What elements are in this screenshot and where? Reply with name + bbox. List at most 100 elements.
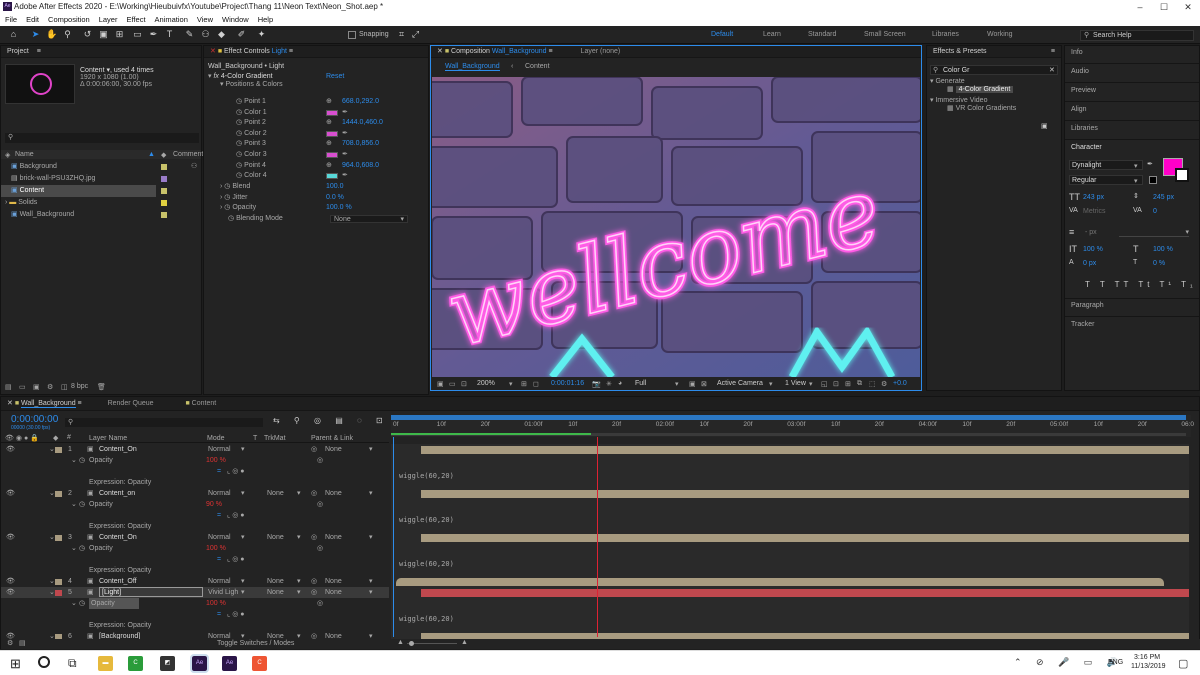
opacity-value[interactable]: 100 % <box>206 455 226 466</box>
snapshot-icon[interactable]: ▣ <box>437 380 444 388</box>
menu-window[interactable]: Window <box>217 14 253 26</box>
safe-zones-icon[interactable]: ⊡ <box>461 380 467 388</box>
search-icon[interactable] <box>38 656 50 668</box>
jitter-row[interactable]: › ◷ Jitter 0.0 % <box>208 193 426 204</box>
opacity-property-row[interactable]: ⌄ ◷ Opacity 100 % ◎ <box>1 543 389 554</box>
layer-label-color[interactable] <box>55 491 62 497</box>
timeline-icon[interactable]: ⧉ <box>857 380 862 388</box>
layer-name[interactable]: [Background] <box>99 631 140 639</box>
layer-row[interactable]: 👁 ⌄ 4 ▣ Content_Off Normal ▾ None ▾ ◎ None ▾ <box>1 576 389 587</box>
resolution-select[interactable]: Full <box>635 380 646 387</box>
layer-name[interactable]: Content_Off <box>99 576 137 587</box>
col-layer-name[interactable]: Layer Name <box>89 435 127 442</box>
menu-edit[interactable]: Edit <box>21 14 43 26</box>
interpret-footage-icon[interactable]: ▤ <box>5 383 12 391</box>
zoom-in-icon[interactable]: ▲ <box>461 639 468 646</box>
effect-prop-row[interactable]: ◷ Color 4 ✒ <box>208 171 426 182</box>
pickwhip-icon[interactable]: ◎ <box>311 488 317 499</box>
content-tab[interactable]: ■ Content <box>185 400 216 407</box>
expand-layer-icon[interactable]: ⌄ <box>49 444 55 455</box>
expression-code[interactable]: wiggle(60,20) <box>399 615 454 623</box>
exposure-icon[interactable]: ⚙ <box>881 380 887 388</box>
point-value[interactable]: 708.0,856.0 <box>342 139 379 150</box>
expand-icon[interactable]: ⌄ <box>71 455 77 466</box>
timeline-switch-icons[interactable]: ⇆ ⚲ ◎ ▤ ◌ ⊡ <box>273 416 389 425</box>
layer-name[interactable]: Content_On <box>99 532 137 543</box>
blend-value[interactable]: 100.0 <box>326 182 344 193</box>
parent-select[interactable]: None <box>325 532 342 543</box>
exposure-value[interactable]: +0.0 <box>893 380 907 387</box>
magnification[interactable]: 200% <box>477 380 495 387</box>
zoom-tool-icon[interactable]: ⚲ <box>62 29 73 40</box>
stopwatch-icon[interactable]: ◷ <box>79 499 85 510</box>
windows-start-icon[interactable]: ⊞ <box>10 656 21 672</box>
opacity-value[interactable]: 100.0 % <box>326 203 352 214</box>
info-panel-tab[interactable]: Info <box>1071 49 1083 56</box>
col-t[interactable]: T <box>253 435 257 442</box>
layer-name[interactable]: [Light] <box>99 587 203 597</box>
layer-label-color[interactable] <box>55 579 62 585</box>
task-view-icon[interactable]: ⧉ <box>68 656 77 671</box>
trkmat-select[interactable]: None <box>267 587 284 598</box>
selection-tool-icon[interactable]: ➤ <box>30 29 41 40</box>
eye-icon[interactable]: 👁 <box>6 631 15 639</box>
new-folder-icon[interactable]: ▭ <box>19 383 26 391</box>
layer-duration-bar[interactable] <box>421 534 1189 542</box>
pickwhip-icon[interactable]: ◎ <box>311 587 317 598</box>
layer-row[interactable]: 👁 ⌄ 3 ▣ Content_On Normal ▾ None ▾ ◎ None ▾ <box>1 532 389 543</box>
expression-pickwhip-icon[interactable]: ◎ <box>317 455 323 466</box>
workspace-standard[interactable]: Standard <box>808 31 836 38</box>
workspace-default[interactable]: Default <box>711 31 733 38</box>
point-crosshair-icon[interactable]: ⊕ <box>326 118 332 129</box>
camera-select[interactable]: Active Camera <box>717 380 763 387</box>
list-item-selected[interactable]: ▣ Content <box>1 185 167 197</box>
layer-label-color[interactable] <box>55 590 62 596</box>
expression-graph-icon[interactable]: ⌞ ◎ ● <box>227 510 245 521</box>
minimize-icon[interactable]: – <box>1128 0 1152 14</box>
eye-icon[interactable]: 👁 <box>6 444 15 455</box>
opacity-value[interactable]: 100 % <box>206 543 226 554</box>
jitter-value[interactable]: 0.0 % <box>326 193 344 204</box>
layer-duration-bar[interactable] <box>421 589 1189 597</box>
maximize-icon[interactable]: ☐ <box>1152 0 1176 14</box>
menu-help[interactable]: Help <box>253 14 277 26</box>
parent-select[interactable]: None <box>325 576 342 587</box>
layer-row[interactable]: 👁 ⌄ 1 ▣ Content_On Normal ▾ ◎ None ▾ <box>1 444 389 455</box>
after-effects-icon-2[interactable]: Ae <box>222 656 237 671</box>
trkmat-select[interactable]: None <box>267 631 284 639</box>
expression-enable-icon[interactable]: = <box>217 510 221 521</box>
stopwatch-icon[interactable]: ◷ <box>79 455 85 466</box>
effect-item-4-color-gradient[interactable]: ▦ 4-Color Gradient <box>927 86 1061 94</box>
current-time-indicator[interactable] <box>597 437 598 637</box>
layer-name[interactable]: Content_on <box>99 488 135 499</box>
expand-icon[interactable]: ⌄ <box>71 543 77 554</box>
composition-viewer[interactable]: wellcome wellcome <box>432 77 920 377</box>
menu-effect[interactable]: Effect <box>121 14 149 26</box>
eye-icon[interactable]: 👁 <box>6 576 15 587</box>
crumb-content[interactable]: Content <box>525 63 550 70</box>
new-preset-icon[interactable]: ▣ <box>1041 122 1048 130</box>
timeline-tab-wall[interactable]: ✕ ■ Wall_Background ≡ <box>7 400 82 408</box>
color-swatch[interactable] <box>326 151 338 158</box>
color-swatch[interactable] <box>326 173 338 180</box>
effect-row[interactable]: ▾ fx 4-Color Gradient Reset <box>208 73 426 81</box>
opacity-property-row[interactable]: ⌄ ◷ Opacity 90 % ◎ <box>1 499 389 510</box>
camtasia-recorder-icon[interactable]: C <box>252 656 267 671</box>
pickwhip-icon[interactable]: ◎ <box>311 532 317 543</box>
puppet-pin-icon[interactable]: ✦ <box>256 29 267 40</box>
time-ruler[interactable]: 0f 10f 20f 01:00f 10f 20f 02:00f 10f 20f 03:00f 10… <box>391 415 1194 437</box>
render-queue-tab[interactable]: Render Queue <box>108 400 154 407</box>
expression-code[interactable]: wiggle(60,20) <box>399 472 454 480</box>
expression-code[interactable]: wiggle(60,20) <box>399 516 454 524</box>
expression-graph-icon[interactable]: ⌞ ◎ ● <box>227 609 245 620</box>
list-item[interactable]: › ▬ Solids <box>1 197 201 209</box>
color-swatch[interactable] <box>326 109 338 116</box>
baseline-value[interactable]: 0 px <box>1083 260 1096 267</box>
workspace-learn[interactable]: Learn <box>763 31 781 38</box>
menu-composition[interactable]: Composition <box>43 14 94 26</box>
region-icon[interactable]: ▣ <box>689 380 696 388</box>
expression-pickwhip-icon[interactable]: ◎ <box>317 598 323 609</box>
stopwatch-icon[interactable]: ◷ <box>79 543 85 554</box>
reset-button[interactable]: Reset <box>326 73 344 81</box>
clock-date[interactable]: 11/13/2019 <box>1131 663 1166 670</box>
